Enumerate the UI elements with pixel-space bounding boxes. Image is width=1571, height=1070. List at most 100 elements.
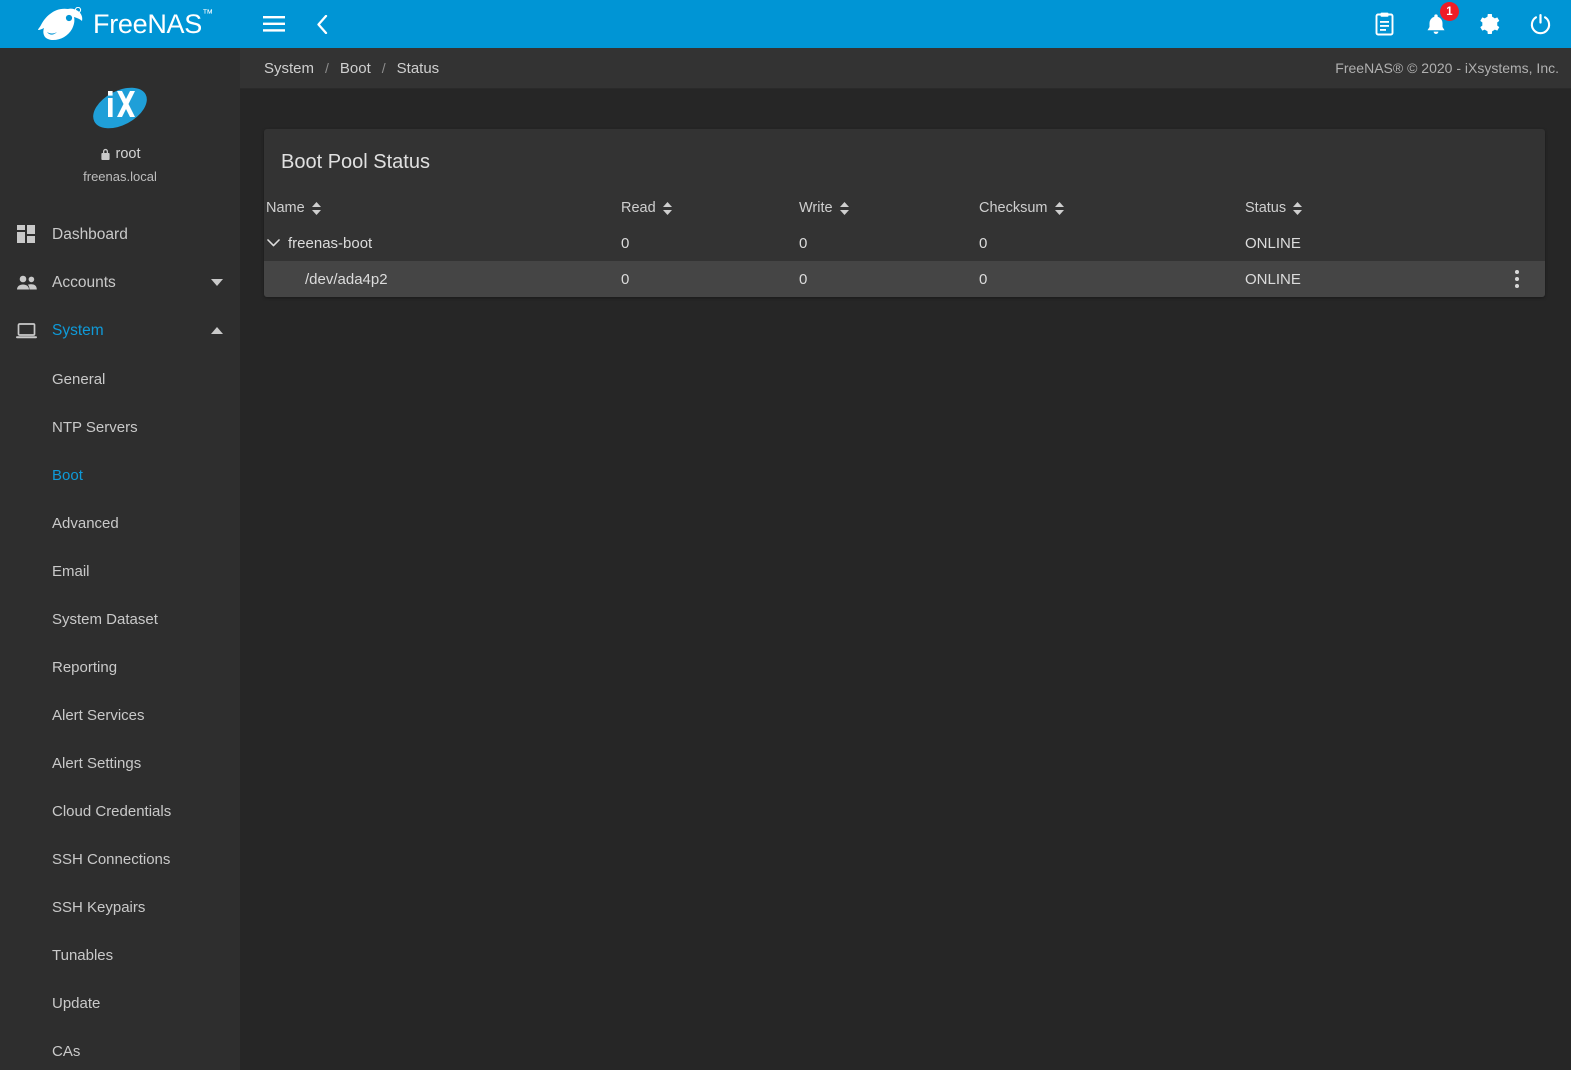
hamburger-menu-icon[interactable] bbox=[262, 12, 286, 36]
sort-arrows-icon bbox=[1055, 202, 1064, 215]
breadcrumb-item-system[interactable]: System bbox=[264, 60, 314, 77]
more-vertical-icon[interactable] bbox=[1507, 268, 1527, 290]
column-header-name[interactable]: Name bbox=[264, 194, 621, 225]
user-block: root freenas.local bbox=[0, 48, 240, 184]
column-header-label: Checksum bbox=[979, 200, 1048, 216]
sidebar-subitem-label: Alert Services bbox=[52, 707, 145, 724]
power-icon[interactable] bbox=[1527, 11, 1553, 37]
sidebar-item-ntp-servers[interactable]: NTP Servers bbox=[0, 403, 240, 451]
sidebar-item-dashboard[interactable]: Dashboard bbox=[0, 211, 240, 259]
sidebar-item-email[interactable]: Email bbox=[0, 547, 240, 595]
sidebar-subitem-label: System Dataset bbox=[52, 611, 158, 628]
sidebar-subitem-label: Tunables bbox=[52, 947, 113, 964]
gear-settings-icon[interactable] bbox=[1475, 11, 1501, 37]
sidebar-item-label: Accounts bbox=[52, 274, 210, 292]
ix-systems-logo-icon bbox=[89, 82, 151, 134]
sidebar-subitem-label: SSH Keypairs bbox=[52, 899, 145, 916]
column-header-read[interactable]: Read bbox=[621, 194, 799, 225]
pool-name-label: freenas-boot bbox=[288, 235, 372, 252]
sidebar-item-tunables[interactable]: Tunables bbox=[0, 931, 240, 979]
user-hostname-label: freenas.local bbox=[0, 169, 240, 184]
table-header-row: Name Read bbox=[264, 194, 1545, 225]
table-row[interactable]: freenas-boot 0 0 0 ONLINE bbox=[264, 225, 1545, 261]
main-content: Boot Pool Status Name bbox=[240, 89, 1571, 1070]
dot bbox=[1515, 284, 1519, 288]
sidebar-subitem-label: Reporting bbox=[52, 659, 117, 676]
device-name-wrapper: /dev/ada4p2 bbox=[264, 271, 621, 288]
cell-read: 0 bbox=[621, 225, 799, 261]
chevron-left-icon[interactable] bbox=[310, 12, 334, 36]
sidebar-subitem-label: General bbox=[52, 371, 105, 388]
sidebar-item-system[interactable]: System bbox=[0, 307, 240, 355]
sidebar-item-boot[interactable]: Boot bbox=[0, 451, 240, 499]
cell-name: freenas-boot bbox=[264, 225, 621, 261]
notifications-badge: 1 bbox=[1440, 2, 1459, 21]
table-header: Name Read bbox=[264, 194, 1545, 225]
sidebar-subitem-label: NTP Servers bbox=[52, 419, 138, 436]
chevron-down-icon[interactable] bbox=[210, 279, 224, 287]
page-title: Boot Pool Status bbox=[264, 129, 1545, 194]
sidebar-subitem-label: Update bbox=[52, 995, 100, 1012]
content-area: 1 System / Boot bbox=[240, 0, 1571, 1070]
bell-notifications-icon[interactable]: 1 bbox=[1423, 11, 1449, 37]
sidebar-item-cas[interactable]: CAs bbox=[0, 1027, 240, 1070]
copyright-label: FreeNAS® © 2020 - iXsystems, Inc. bbox=[1335, 60, 1559, 76]
sidebar-subitem-label: Cloud Credentials bbox=[52, 803, 171, 820]
table-row[interactable]: /dev/ada4p2 0 0 0 ONLINE bbox=[264, 261, 1545, 297]
cell-checksum: 0 bbox=[979, 261, 1245, 297]
clipboard-tasks-icon[interactable] bbox=[1371, 11, 1397, 37]
primary-navigation: Dashboard Accounts bbox=[0, 211, 240, 1070]
sort-arrows-icon bbox=[840, 202, 849, 215]
sidebar-item-alert-settings[interactable]: Alert Settings bbox=[0, 739, 240, 787]
chevron-down-icon[interactable] bbox=[264, 234, 282, 252]
cell-read: 0 bbox=[621, 261, 799, 297]
column-header-write[interactable]: Write bbox=[799, 194, 979, 225]
sidebar-item-accounts[interactable]: Accounts bbox=[0, 259, 240, 307]
sidebar-item-reporting[interactable]: Reporting bbox=[0, 643, 240, 691]
sidebar-subitem-label: CAs bbox=[52, 1043, 80, 1060]
boot-pool-status-card: Boot Pool Status Name bbox=[264, 129, 1545, 297]
column-header-checksum[interactable]: Checksum bbox=[979, 194, 1245, 225]
breadcrumb-item-boot[interactable]: Boot bbox=[340, 60, 371, 77]
dot bbox=[1515, 270, 1519, 274]
status-badge: ONLINE bbox=[1245, 271, 1301, 288]
cell-write: 0 bbox=[799, 261, 979, 297]
column-header-label: Write bbox=[799, 200, 833, 216]
column-header-label: Name bbox=[266, 200, 305, 216]
sidebar-subitem-label: Alert Settings bbox=[52, 755, 141, 772]
breadcrumb-item-status: Status bbox=[397, 60, 440, 77]
sidebar-subitem-label: SSH Connections bbox=[52, 851, 170, 868]
sidebar-item-cloud-credentials[interactable]: Cloud Credentials bbox=[0, 787, 240, 835]
sidebar-subitem-label: Advanced bbox=[52, 515, 119, 532]
brand-header: FreeNAS ™ bbox=[0, 0, 240, 48]
sidebar-item-advanced[interactable]: Advanced bbox=[0, 499, 240, 547]
breadcrumb-separator: / bbox=[314, 60, 340, 76]
sort-arrows-icon bbox=[1293, 202, 1302, 215]
device-name-label: /dev/ada4p2 bbox=[305, 271, 388, 288]
breadcrumb: System / Boot / Status bbox=[264, 60, 439, 77]
accounts-people-icon bbox=[14, 274, 40, 292]
system-laptop-icon bbox=[14, 322, 40, 340]
breadcrumb-bar: System / Boot / Status FreeNAS® © 2020 -… bbox=[240, 48, 1571, 89]
boot-pool-table: Name Read bbox=[264, 194, 1545, 297]
brand-trademark: ™ bbox=[202, 9, 213, 20]
sidebar-item-update[interactable]: Update bbox=[0, 979, 240, 1027]
sidebar-item-general[interactable]: General bbox=[0, 355, 240, 403]
brand-logo[interactable]: FreeNAS ™ bbox=[38, 7, 202, 41]
top-toolbar: 1 bbox=[240, 0, 1571, 48]
system-submenu: General NTP Servers Boot Advanced Email … bbox=[0, 355, 240, 1070]
sidebar-item-ssh-keypairs[interactable]: SSH Keypairs bbox=[0, 883, 240, 931]
freenas-app-window: FreeNAS ™ root freenas.local bbox=[0, 0, 1571, 1070]
brand-name: FreeNAS ™ bbox=[93, 11, 202, 38]
sidebar: FreeNAS ™ root freenas.local bbox=[0, 0, 240, 1070]
status-badge: ONLINE bbox=[1245, 235, 1301, 252]
sidebar-item-alert-services[interactable]: Alert Services bbox=[0, 691, 240, 739]
column-header-label: Status bbox=[1245, 200, 1286, 216]
dot bbox=[1515, 277, 1519, 281]
sidebar-item-ssh-connections[interactable]: SSH Connections bbox=[0, 835, 240, 883]
chevron-up-icon[interactable] bbox=[210, 327, 224, 335]
sidebar-item-system-dataset[interactable]: System Dataset bbox=[0, 595, 240, 643]
column-header-status[interactable]: Status bbox=[1245, 194, 1545, 225]
toolbar-right-group: 1 bbox=[1371, 11, 1553, 37]
user-name-label: root bbox=[116, 146, 141, 162]
